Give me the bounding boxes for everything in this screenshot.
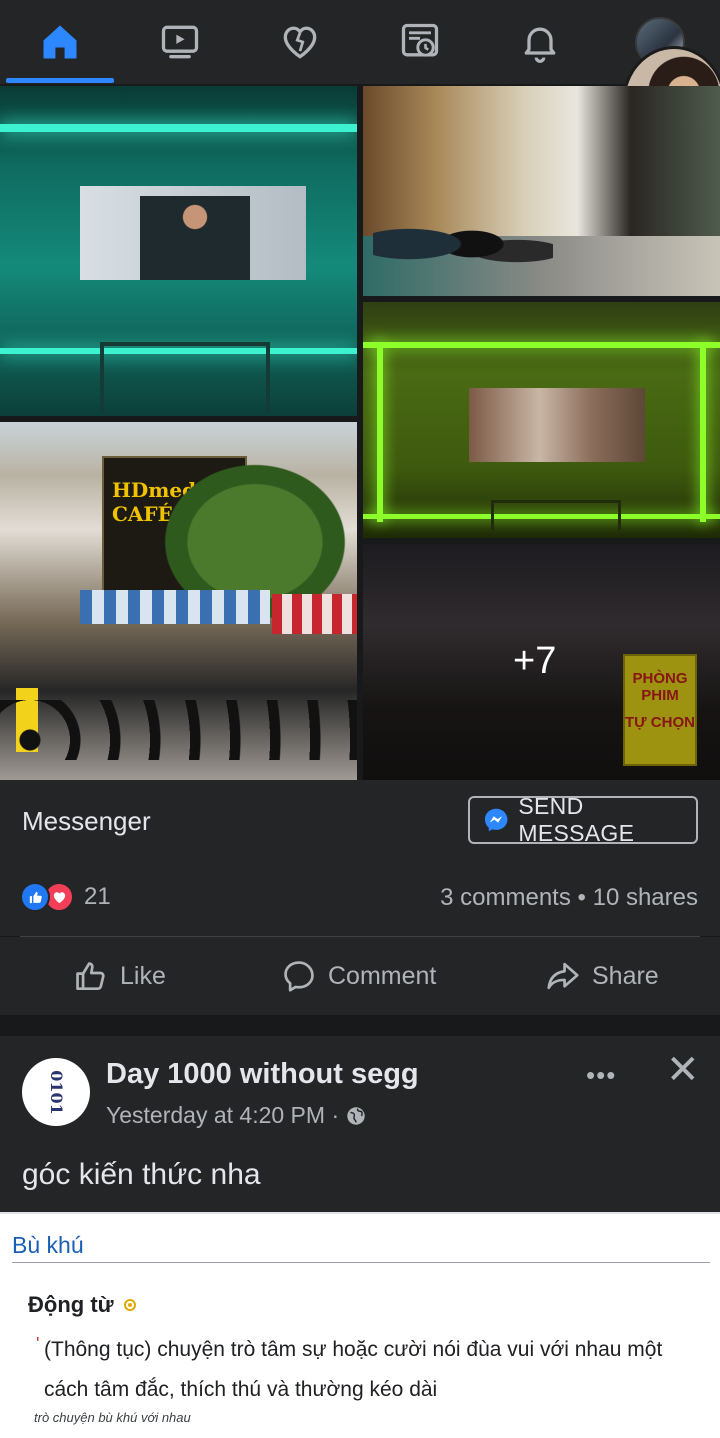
comment-button[interactable]: Comment <box>280 937 436 1015</box>
bell-icon <box>524 27 556 63</box>
messenger-icon <box>484 808 508 832</box>
motorbikes <box>0 700 357 760</box>
projector-screen <box>80 186 306 280</box>
share-button[interactable]: Share <box>544 937 659 1015</box>
globe-icon <box>347 1106 365 1125</box>
nav-home-tab[interactable] <box>0 0 120 84</box>
gallery-photo-4[interactable]: HDmedia CAFÉ <box>0 422 357 780</box>
messenger-label: Messenger <box>22 806 151 836</box>
comment-bubble-icon <box>284 961 314 992</box>
nav-watch-tab[interactable] <box>120 0 240 84</box>
like-reaction-icon <box>20 882 50 912</box>
send-message-button[interactable]: SEND MESSAGE <box>468 793 698 846</box>
newsfeed-clock-icon <box>401 23 439 57</box>
example-text: trò chuyện bù khú với nhau <box>34 1410 191 1425</box>
reactions-summary[interactable]: 21 <box>20 882 111 912</box>
dictionary-term: Bù khú <box>12 1232 84 1258</box>
post-text: góc kiến thức nha <box>22 1158 261 1191</box>
post-image-dictionary[interactable]: Bù khú Động từ (Thông tục) chuyện trò tâ… <box>0 1212 720 1438</box>
nav-notifications-tab[interactable] <box>480 0 600 84</box>
neon-strip <box>0 124 357 132</box>
home-icon <box>43 25 77 59</box>
like-label: Like <box>120 961 166 990</box>
nav-memories-tab[interactable] <box>360 0 480 84</box>
divider <box>12 1262 710 1263</box>
gallery-photo-3[interactable] <box>363 302 720 538</box>
nav-dating-tab[interactable] <box>240 0 360 84</box>
heart-icon <box>283 26 317 59</box>
gallery-photo-1[interactable] <box>0 86 357 416</box>
table-shape <box>100 342 270 412</box>
active-tab-indicator <box>6 78 114 83</box>
projector-screen <box>469 388 645 462</box>
reaction-count: 21 <box>84 883 111 910</box>
like-button[interactable]: Like <box>72 937 166 1015</box>
video-icon <box>161 25 199 59</box>
post-timestamp[interactable]: Yesterday at 4:20 PM · <box>106 1102 339 1129</box>
post-stats: 21 3 comments • 10 shares <box>0 862 720 936</box>
gallery-photo-5-more[interactable]: PHÒNG PHIM TỰ CHỌN +7 <box>363 544 720 780</box>
messenger-cta-bar: Messenger SEND MESSAGE <box>0 780 720 862</box>
post-meta: Yesterday at 4:20 PM · <box>106 1102 367 1129</box>
audio-dot-icon <box>123 1299 136 1311</box>
comments-shares-count[interactable]: 3 comments • 10 shares <box>440 884 698 912</box>
share-arrow-icon <box>547 962 579 990</box>
comment-label: Comment <box>328 961 437 990</box>
more-options-button[interactable]: ••• <box>586 1060 616 1091</box>
thumbs-up-icon <box>76 962 105 991</box>
part-of-speech: Động từ <box>28 1292 136 1318</box>
page-name[interactable]: Day 1000 without segg <box>106 1058 419 1091</box>
page-avatar[interactable]: 0101 <box>22 1058 90 1126</box>
share-label: Share <box>592 961 659 990</box>
gallery-photo-2[interactable] <box>363 86 720 296</box>
more-photos-count: +7 <box>513 640 557 682</box>
top-navigation-bar <box>0 0 720 84</box>
send-message-label: SEND MESSAGE <box>518 793 635 846</box>
post-actions: Like Comment Share <box>0 937 720 1015</box>
people-group <box>373 216 553 286</box>
definition-text: (Thông tục) chuyện trò tâm sự hoặc cười … <box>36 1324 704 1410</box>
close-button[interactable]: ✕ <box>666 1050 700 1090</box>
